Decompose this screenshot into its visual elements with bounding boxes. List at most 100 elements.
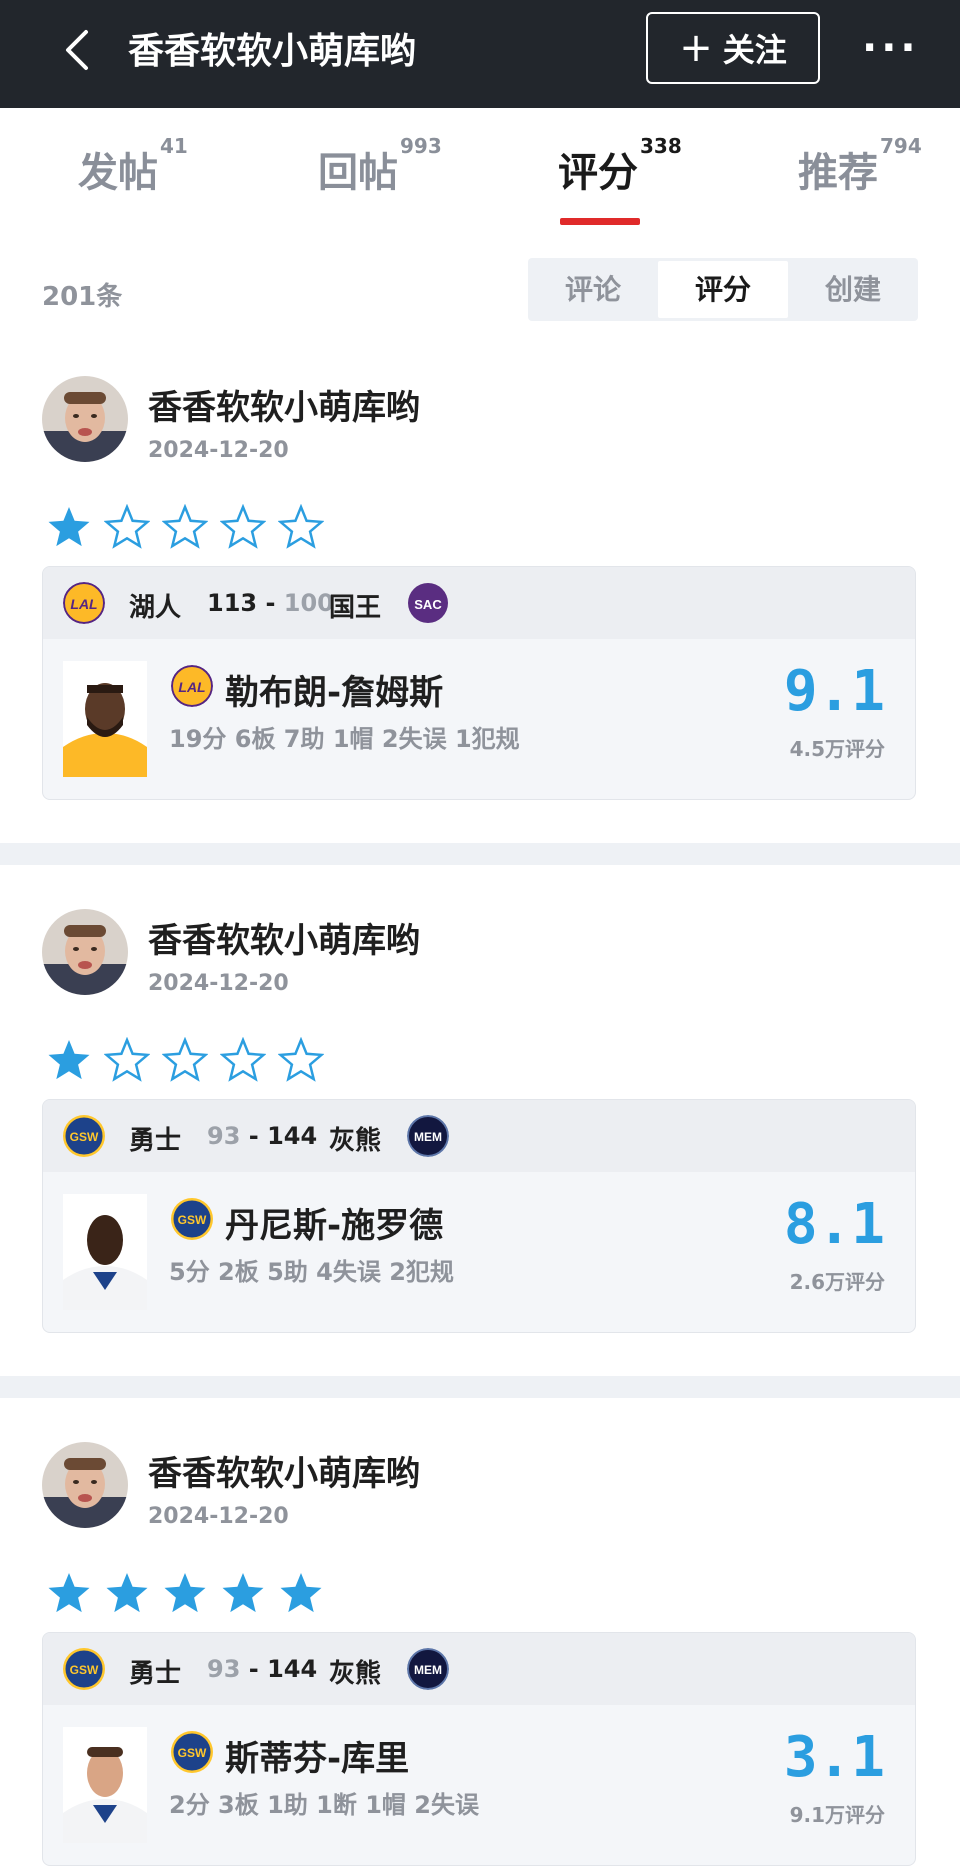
player-photo[interactable] xyxy=(63,1194,147,1310)
avatar[interactable] xyxy=(42,376,128,462)
tab-count: 41 xyxy=(160,134,188,158)
logo-text: GSW xyxy=(70,1663,99,1677)
home-score: 93 xyxy=(207,1655,241,1683)
logo-text: LAL xyxy=(178,679,205,695)
home-team: 湖人 xyxy=(129,593,182,623)
player-stats: 2分 3板 1助 1断 1帽 2失误 xyxy=(169,1791,479,1819)
back-arrow-icon[interactable] xyxy=(58,26,98,74)
home-score: 113 xyxy=(207,589,258,617)
username[interactable]: 香香软软小萌库哟 xyxy=(148,380,420,429)
tab-count: 993 xyxy=(400,134,442,158)
tab-replies[interactable]: 回帖993 xyxy=(318,134,442,198)
game-card[interactable]: GSW 勇士 93 - 144 灰熊 MEM GSW 丹尼斯-施罗德 5分 2板… xyxy=(42,1099,916,1333)
warriors-logo-icon: GSW xyxy=(171,1198,213,1240)
post-date: 2024-12-20 xyxy=(148,971,289,996)
rating-count: 2.6万评分 xyxy=(789,1270,885,1294)
home-score: 93 xyxy=(207,1122,241,1150)
game-card[interactable]: GSW 勇士 93 - 144 灰熊 MEM GSW 斯蒂芬-库里 2分 3板 … xyxy=(42,1632,916,1866)
away-team: 灰熊 xyxy=(329,1126,382,1156)
tab-label: 回帖 xyxy=(318,150,398,196)
star-empty-icon xyxy=(279,1038,323,1081)
more-options-icon[interactable]: ··· xyxy=(862,28,918,68)
filter-ratings[interactable]: 评分 xyxy=(658,261,788,318)
warriors-logo-icon: GSW xyxy=(171,1731,213,1773)
rating-post[interactable]: 香香软软小萌库哟 2024-12-20 GSW 勇士 93 - 144 灰熊 M… xyxy=(0,1436,960,1866)
player-photo[interactable] xyxy=(63,1727,147,1843)
logo-text: GSW xyxy=(178,1746,207,1760)
game-score: 93 - 144 xyxy=(207,1122,318,1150)
filter-segmented-control: 评论 评分 创建 xyxy=(528,258,918,321)
player-rating: 8.1 xyxy=(783,1192,885,1257)
filter-created[interactable]: 创建 xyxy=(788,258,918,321)
logo-text: GSW xyxy=(178,1213,207,1227)
rating-post[interactable]: 香香软软小萌库哟 2024-12-20 GSW 勇士 93 - 144 灰熊 M… xyxy=(0,903,960,1333)
tab-posts[interactable]: 发帖41 xyxy=(78,134,188,198)
tab-recommend[interactable]: 推荐794 xyxy=(798,134,922,198)
tab-count: 794 xyxy=(880,134,922,158)
away-score: 144 xyxy=(267,1655,318,1683)
follow-button[interactable]: + 关注 xyxy=(646,12,820,84)
avatar[interactable] xyxy=(42,1442,128,1528)
star-filled-icon xyxy=(280,1573,322,1613)
post-date: 2024-12-20 xyxy=(148,1504,289,1529)
grizzlies-logo-icon: MEM xyxy=(407,1115,449,1157)
profile-tabs: 发帖41 回帖993 评分338 推荐794 xyxy=(0,134,960,230)
player-name[interactable]: 丹尼斯-施罗德 xyxy=(225,1198,443,1247)
star-empty-icon xyxy=(163,505,207,548)
tab-label: 评分 xyxy=(558,150,638,196)
star-filled-icon xyxy=(48,507,90,547)
star-filled-icon xyxy=(48,1040,90,1080)
away-team: 灰熊 xyxy=(329,1659,382,1689)
logo-text: SAC xyxy=(414,597,442,612)
star-filled-icon xyxy=(222,1573,264,1613)
logo-text: LAL xyxy=(70,596,97,612)
tab-ratings[interactable]: 评分338 xyxy=(558,134,682,198)
grizzlies-logo-icon: MEM xyxy=(407,1648,449,1690)
home-team: 勇士 xyxy=(129,1659,182,1689)
active-tab-indicator xyxy=(560,218,640,225)
username[interactable]: 香香软软小萌库哟 xyxy=(148,1446,420,1495)
username[interactable]: 香香软软小萌库哟 xyxy=(148,913,420,962)
star-filled-icon xyxy=(48,1573,90,1613)
rating-count: 9.1万评分 xyxy=(789,1803,885,1827)
player-stats: 5分 2板 5助 4失误 2犯规 xyxy=(169,1258,454,1286)
avatar[interactable] xyxy=(42,909,128,995)
section-divider xyxy=(0,843,960,865)
lakers-logo-icon: LAL xyxy=(171,665,213,707)
tab-count: 338 xyxy=(640,134,682,158)
star-empty-icon xyxy=(221,505,265,548)
star-empty-icon xyxy=(163,1038,207,1081)
game-score: 93 - 144 xyxy=(207,1655,318,1683)
star-rating xyxy=(46,1037,324,1083)
away-team: 国王 xyxy=(329,593,382,623)
rating-post[interactable]: 香香软软小萌库哟 2024-12-20 LAL 湖人 113 - 100 国王 … xyxy=(0,370,960,800)
player-photo[interactable] xyxy=(63,661,147,777)
tab-label: 推荐 xyxy=(798,150,878,196)
game-card[interactable]: LAL 湖人 113 - 100 国王 SAC LAL 勒布朗-詹姆斯 19分 … xyxy=(42,566,916,800)
post-date: 2024-12-20 xyxy=(148,438,289,463)
rating-count: 4.5万评分 xyxy=(789,737,885,761)
star-empty-icon xyxy=(279,505,323,548)
away-score: 144 xyxy=(267,1122,318,1150)
follow-label: 关注 xyxy=(722,31,787,69)
star-filled-icon xyxy=(106,1573,148,1613)
player-rating: 9.1 xyxy=(783,659,885,724)
lakers-logo-icon: LAL xyxy=(63,582,105,624)
warriors-logo-icon: GSW xyxy=(63,1115,105,1157)
away-score: 100 xyxy=(283,589,334,617)
player-name[interactable]: 斯蒂芬-库里 xyxy=(225,1731,409,1780)
section-divider xyxy=(0,1376,960,1398)
tab-label: 发帖 xyxy=(78,150,158,196)
logo-text: MEM xyxy=(414,1663,442,1677)
player-name[interactable]: 勒布朗-詹姆斯 xyxy=(225,665,443,714)
star-rating xyxy=(46,1570,324,1616)
star-empty-icon xyxy=(221,1038,265,1081)
logo-text: MEM xyxy=(414,1130,442,1144)
warriors-logo-icon: GSW xyxy=(63,1648,105,1690)
star-empty-icon xyxy=(105,505,149,548)
filter-comments[interactable]: 评论 xyxy=(528,258,658,321)
star-empty-icon xyxy=(105,1038,149,1081)
plus-icon: + xyxy=(679,25,713,71)
home-team: 勇士 xyxy=(129,1126,182,1156)
page-title: 香香软软小萌库哟 xyxy=(128,31,417,72)
